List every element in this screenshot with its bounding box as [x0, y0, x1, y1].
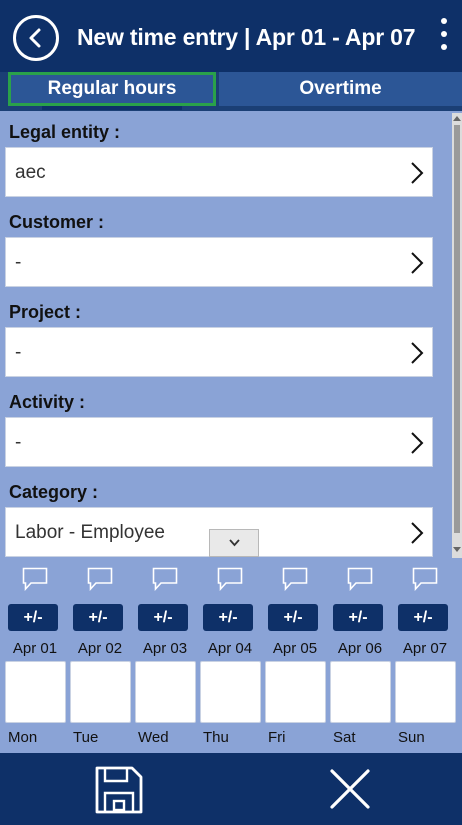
tab-overtime[interactable]: Overtime: [219, 72, 462, 106]
project-value: -: [15, 342, 22, 363]
day-column-wed: +/- Apr 03 Wed: [134, 565, 196, 750]
active-tab-indicator: [42, 106, 182, 110]
legal-entity-field[interactable]: aec: [5, 147, 433, 197]
day-date: Apr 04: [207, 640, 253, 657]
category-dropdown-button[interactable]: [209, 529, 259, 557]
legal-entity-value: aec: [15, 162, 46, 183]
project-label: Project :: [9, 302, 82, 322]
hours-input[interactable]: [5, 661, 66, 723]
adjust-hours-button[interactable]: +/-: [333, 604, 383, 631]
day-of-week: Mon: [8, 729, 38, 746]
page-title: New time entry | Apr 01 - Apr 07: [77, 24, 416, 50]
hours-input[interactable]: [330, 661, 391, 723]
day-column-sat: +/- Apr 06 Sat: [329, 565, 391, 750]
scroll-up-icon[interactable]: [453, 116, 461, 121]
more-options-button[interactable]: [437, 16, 451, 58]
day-of-week: Wed: [138, 729, 169, 746]
hours-input[interactable]: [135, 661, 196, 723]
hours-input[interactable]: [265, 661, 326, 723]
day-column-sun: +/- Apr 07 Sun: [394, 565, 456, 750]
chevron-right-icon: [411, 522, 424, 544]
comment-icon[interactable]: [347, 567, 373, 591]
chevron-right-icon: [411, 342, 424, 364]
day-date: Apr 02: [77, 640, 123, 657]
tab-bar: Regular hours Overtime: [0, 72, 462, 111]
day-date: Apr 03: [142, 640, 188, 657]
day-column-thu: +/- Apr 04 Thu: [199, 565, 261, 750]
hours-input[interactable]: [395, 661, 456, 723]
customer-value: -: [15, 252, 22, 273]
adjust-hours-button[interactable]: +/-: [73, 604, 123, 631]
adjust-hours-button[interactable]: +/-: [138, 604, 188, 631]
comment-icon[interactable]: [217, 567, 243, 591]
comment-icon[interactable]: [282, 567, 308, 591]
comment-icon[interactable]: [412, 567, 438, 591]
more-vertical-icon: [441, 18, 447, 24]
action-bar: [0, 753, 462, 825]
day-column-tue: +/- Apr 02 Tue: [69, 565, 131, 750]
comment-icon[interactable]: [22, 567, 48, 591]
day-of-week: Fri: [268, 729, 286, 746]
day-column-mon: +/- Apr 01 Mon: [4, 565, 66, 750]
day-date: Apr 06: [337, 640, 383, 657]
legal-entity-label: Legal entity :: [9, 122, 121, 142]
adjust-hours-button[interactable]: +/-: [268, 604, 318, 631]
hours-input[interactable]: [200, 661, 261, 723]
day-of-week: Thu: [203, 729, 229, 746]
comment-icon[interactable]: [87, 567, 113, 591]
save-icon[interactable]: [94, 765, 144, 815]
tab-regular-hours[interactable]: Regular hours: [8, 72, 216, 106]
day-date: Apr 07: [402, 640, 448, 657]
scroll-down-icon[interactable]: [453, 547, 461, 552]
chevron-right-icon: [411, 432, 424, 454]
adjust-hours-button[interactable]: +/-: [8, 604, 58, 631]
hours-input[interactable]: [70, 661, 131, 723]
scroll-thumb[interactable]: [454, 125, 460, 533]
app-header: New time entry | Apr 01 - Apr 07: [0, 0, 462, 72]
category-value: Labor - Employee: [15, 522, 165, 543]
back-button[interactable]: [13, 15, 59, 61]
day-column-fri: +/- Apr 05 Fri: [264, 565, 326, 750]
adjust-hours-button[interactable]: +/-: [203, 604, 253, 631]
comment-icon[interactable]: [152, 567, 178, 591]
project-field[interactable]: -: [5, 327, 433, 377]
chevron-down-icon: [229, 539, 240, 547]
day-of-week: Sun: [398, 729, 425, 746]
form-scrollbar[interactable]: [452, 113, 462, 558]
customer-field[interactable]: -: [5, 237, 433, 287]
day-of-week: Tue: [73, 729, 99, 746]
day-date: Apr 05: [272, 640, 318, 657]
category-label: Category :: [9, 482, 99, 502]
chevron-right-icon: [411, 252, 424, 274]
category-field[interactable]: Labor - Employee: [5, 507, 433, 557]
activity-field[interactable]: -: [5, 417, 433, 467]
chevron-right-icon: [411, 162, 424, 184]
day-of-week: Sat: [333, 729, 356, 746]
adjust-hours-button[interactable]: +/-: [398, 604, 448, 631]
back-arrow-icon: [29, 28, 41, 48]
close-icon[interactable]: [328, 767, 372, 811]
activity-label: Activity :: [9, 392, 86, 412]
activity-value: -: [15, 432, 22, 453]
customer-label: Customer :: [9, 212, 105, 232]
day-date: Apr 01: [12, 640, 58, 657]
